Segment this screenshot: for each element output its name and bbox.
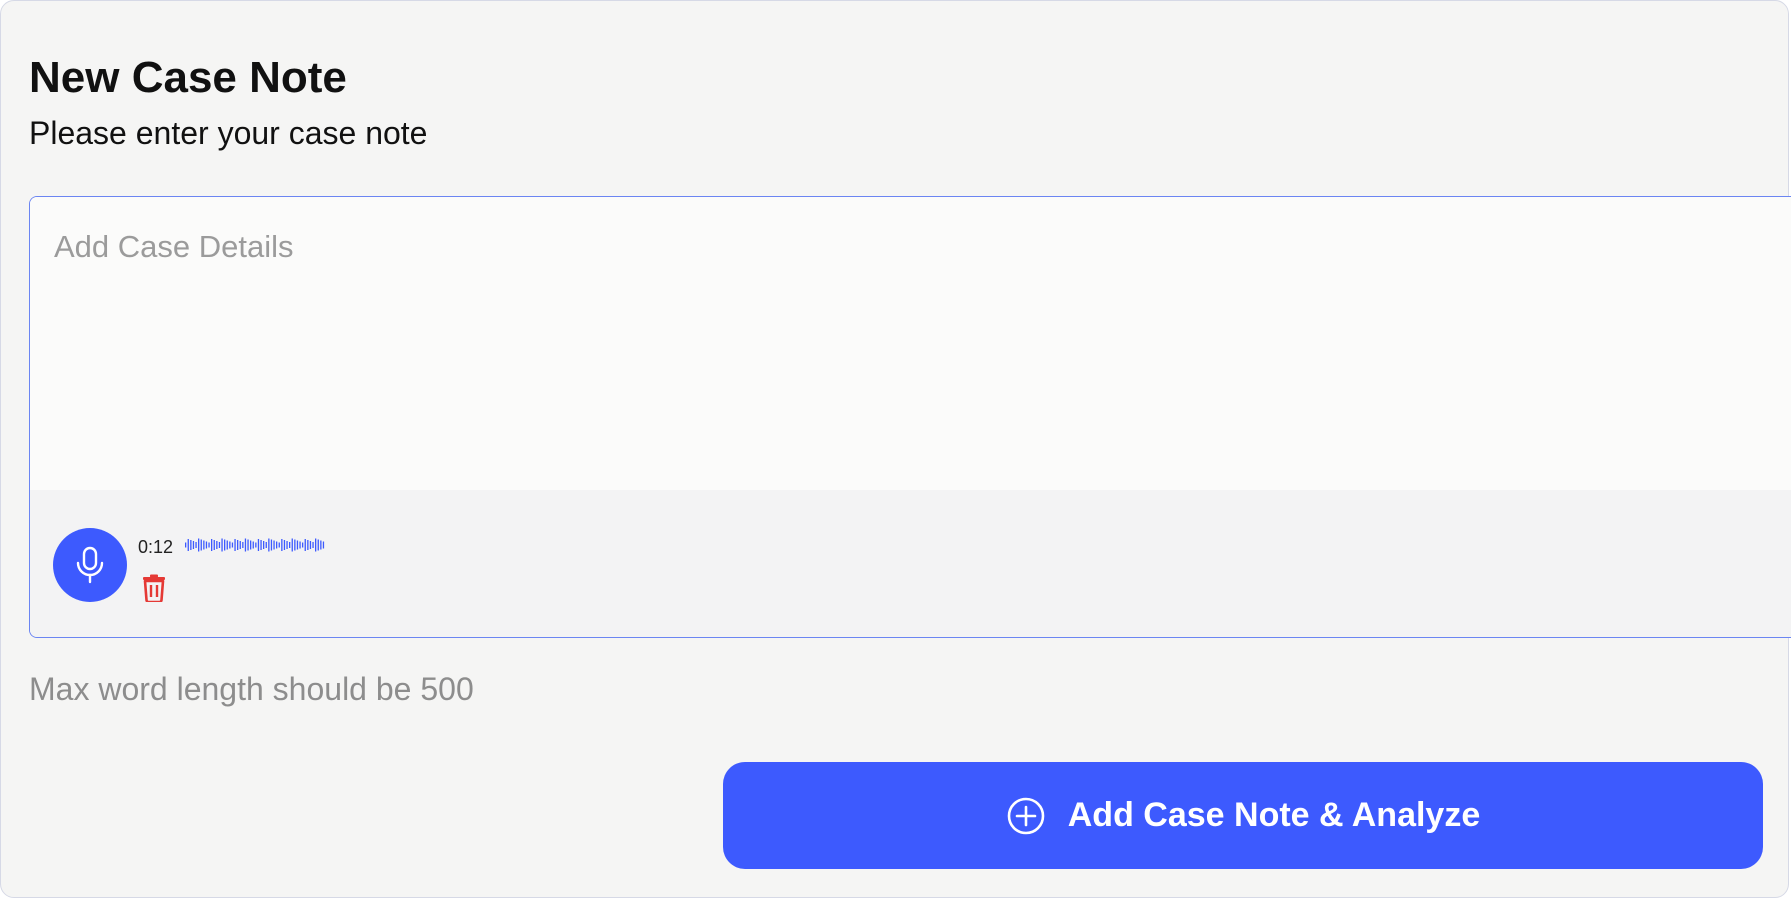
waveform-bar [200, 539, 202, 551]
waveform-bar [291, 538, 293, 552]
microphone-icon [76, 546, 104, 584]
voice-recorder-bar: 0:12 [30, 490, 1791, 637]
waveform-bar [283, 540, 286, 550]
waveform-bar [239, 541, 241, 549]
delete-recording-button[interactable] [141, 574, 167, 604]
waveform-bar [247, 539, 249, 551]
waveform-bar [296, 540, 299, 550]
waveform-bar [270, 539, 273, 551]
waveform-bar [237, 540, 239, 550]
waveform-bar [244, 538, 247, 552]
waveform-bar [221, 538, 223, 552]
waveform-bar [195, 542, 197, 548]
waveform-bar [185, 542, 187, 548]
waveform-bar [211, 539, 213, 551]
waveform-bar [289, 542, 291, 548]
waveform-bar [276, 541, 278, 549]
case-note-editor: 0:12 [29, 196, 1791, 638]
page-subtitle: Please enter your case note [29, 115, 428, 151]
waveform-bar [302, 542, 304, 548]
waveform-bar [203, 540, 205, 550]
waveform-bar [322, 541, 325, 549]
waveform-bar [304, 539, 306, 551]
waveform-bar [265, 542, 267, 548]
waveform-bar [198, 538, 200, 552]
waveform-bar [263, 541, 265, 549]
waveform-bar [312, 542, 314, 548]
waveform-bar [257, 539, 260, 551]
add-case-note-analyze-button[interactable]: Add Case Note & Analyze [723, 762, 1763, 869]
waveform-bar [205, 541, 208, 549]
waveform-bar [224, 539, 226, 551]
waveform-bar [187, 539, 189, 551]
waveform-bar [317, 539, 319, 551]
waveform-bar [273, 540, 275, 550]
waveform-bar [192, 541, 195, 549]
waveform-bar [320, 540, 322, 550]
waveform-bar [242, 542, 244, 548]
plus-circle-icon [1007, 797, 1045, 834]
waveform-bar [309, 541, 312, 549]
microphone-button[interactable] [53, 528, 127, 602]
waveform-bar [229, 541, 231, 549]
waveform-bar [268, 538, 270, 552]
waveform-bar [281, 539, 283, 551]
waveform-bar [260, 540, 262, 550]
waveform-bar [252, 541, 254, 549]
waveform-bar [213, 540, 215, 550]
page-title: New Case Note [29, 53, 347, 102]
submit-button-label: Add Case Note & Analyze [1067, 796, 1481, 834]
waveform-bar [231, 542, 234, 548]
word-limit-hint: Max word length should be 500 [29, 671, 474, 707]
waveform-bar [307, 540, 309, 550]
waveform-bar [278, 542, 280, 548]
waveform-bar [255, 542, 257, 548]
waveform-icon [185, 538, 325, 552]
waveform-bar [190, 540, 192, 550]
case-details-input[interactable] [30, 197, 1791, 490]
waveform-bar [234, 539, 236, 551]
waveform-bar [299, 541, 301, 549]
waveform-bar [208, 542, 210, 548]
case-note-card: New Case Note Please enter your case not… [0, 0, 1791, 898]
trash-icon [143, 574, 165, 604]
waveform-bar [218, 542, 221, 548]
waveform-bar [250, 540, 252, 550]
waveform-bar [315, 538, 317, 552]
waveform-bar [216, 541, 218, 549]
waveform-bar [286, 541, 288, 549]
waveform-bar [226, 540, 228, 550]
recording-duration: 0:12 [138, 537, 174, 557]
waveform-bar [294, 539, 296, 551]
